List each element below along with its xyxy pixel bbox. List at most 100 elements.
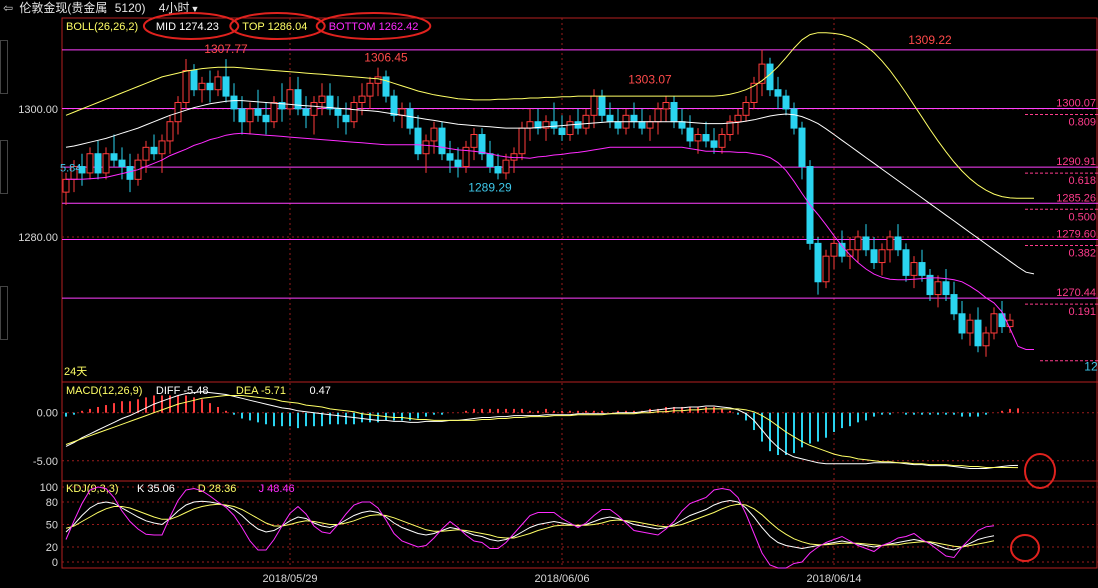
candle-down: [150, 146, 158, 155]
kdj-legend-item: K 35.06: [137, 483, 175, 495]
candle-up: [318, 95, 326, 104]
high-price-annotation: 1307.77: [204, 42, 248, 56]
candle-up: [470, 134, 478, 148]
candle-down: [486, 153, 494, 168]
candle-up: [166, 121, 174, 142]
candle-up: [526, 121, 534, 129]
candle-up: [654, 108, 662, 123]
candle-up: [742, 102, 750, 116]
candle-down: [438, 127, 446, 155]
x-tick-label: 2018/05/29: [262, 573, 317, 585]
candle-down: [782, 95, 790, 110]
candle-up: [718, 134, 726, 148]
candle-down: [606, 114, 614, 123]
candle-up: [566, 121, 574, 136]
candle-down: [206, 82, 214, 91]
price-chart[interactable]: 1300.00 1280.00 0.00 -5.00 100 80 50 20 0 2018/05…: [0, 0, 1098, 588]
fib-ratio-label: 0.618: [1068, 175, 1096, 187]
fib-price-label: 1285.26: [1056, 192, 1096, 204]
candle-up: [734, 114, 742, 123]
candle-up: [886, 236, 894, 251]
candle-down: [494, 166, 502, 174]
kdj-y-tick: 50: [46, 520, 58, 532]
candle-down: [894, 236, 902, 251]
macd-indicator-label: MACD(12,26,9): [66, 385, 142, 397]
fib-ratio-label: 0.191: [1068, 306, 1096, 318]
candle-down: [686, 127, 694, 142]
candle-down: [678, 121, 686, 129]
candle-up: [990, 313, 998, 334]
kdj-legend-item: D 28.36: [198, 483, 237, 495]
fib-ratio-label: 0.382: [1068, 248, 1096, 260]
candle-down: [710, 140, 718, 148]
candle-down: [862, 236, 870, 251]
candle-down: [558, 127, 566, 136]
candle-down: [294, 89, 302, 110]
candle-up: [830, 242, 838, 257]
candle-up: [246, 108, 254, 123]
candle-up: [502, 159, 510, 174]
candle-down: [974, 319, 982, 347]
kdj-k-line: [65, 499, 995, 551]
candle-up: [358, 95, 366, 104]
boll-legend-item: TOP 1286.04: [242, 21, 307, 33]
candle-down: [766, 63, 774, 91]
candle-up: [398, 108, 406, 116]
candle-down: [950, 294, 958, 315]
candle-up: [374, 76, 382, 84]
candle-up: [422, 140, 430, 155]
fib-price-label: 1300.07: [1056, 97, 1096, 109]
fib-price-label: 1270.44: [1056, 287, 1096, 299]
kdj-y-tick: 80: [46, 497, 58, 509]
macd-y-tick: 0.00: [37, 408, 58, 420]
candle-down: [598, 95, 606, 116]
candle-down: [94, 153, 102, 174]
kdj-y-tick: 0: [52, 557, 58, 569]
boll-legend-item: BOTTOM 1262.42: [329, 21, 419, 33]
price-y-tick: 1300.00: [18, 104, 58, 116]
high-price-annotation: 1303.07: [628, 72, 672, 86]
candle-down: [230, 95, 238, 110]
boll-indicator-label: BOLL(26,26,2): [66, 21, 138, 33]
candle-up: [662, 102, 670, 110]
candle-up: [198, 82, 206, 91]
low-price-annotation: 1289.29: [468, 180, 512, 194]
kdj-d-line: [65, 503, 995, 548]
candle-up: [694, 134, 702, 142]
macd-y-tick: -5.00: [33, 456, 58, 468]
candle-up: [182, 69, 190, 104]
candle-up: [646, 121, 654, 129]
candle-down: [390, 95, 398, 116]
candle-down: [942, 281, 950, 296]
candle-up: [286, 89, 294, 110]
fib-ratio-label: 0.500: [1068, 211, 1096, 223]
candle-down: [638, 121, 646, 129]
macd-legend-item: 0.47: [310, 385, 331, 397]
candle-down: [670, 102, 678, 123]
candle-up: [86, 153, 94, 174]
candle-down: [798, 127, 806, 168]
candle-down: [630, 114, 638, 123]
candle-down: [550, 121, 558, 129]
low-price-annotation: 1261.29: [1084, 360, 1098, 374]
candle-up: [350, 102, 358, 123]
left-price-label: 5.84: [60, 163, 81, 175]
fib-price-label: 1290.91: [1056, 156, 1096, 168]
candle-down: [118, 159, 126, 168]
candle-up: [582, 114, 590, 129]
candle-up: [934, 281, 942, 296]
candle-down: [958, 313, 966, 334]
candle-up: [910, 262, 918, 276]
span-days-label: 24天: [64, 366, 87, 378]
candle-down: [342, 114, 350, 123]
candle-up: [270, 102, 278, 123]
candle-up: [518, 127, 526, 155]
candle-down: [902, 249, 910, 276]
candle-down: [334, 108, 342, 116]
candle-up: [878, 249, 886, 264]
candle-down: [414, 127, 422, 155]
candle-down: [614, 121, 622, 129]
macd-legend-item: DIFF -5.48: [156, 385, 209, 397]
candle-up: [142, 146, 150, 161]
candle-up: [822, 255, 830, 283]
